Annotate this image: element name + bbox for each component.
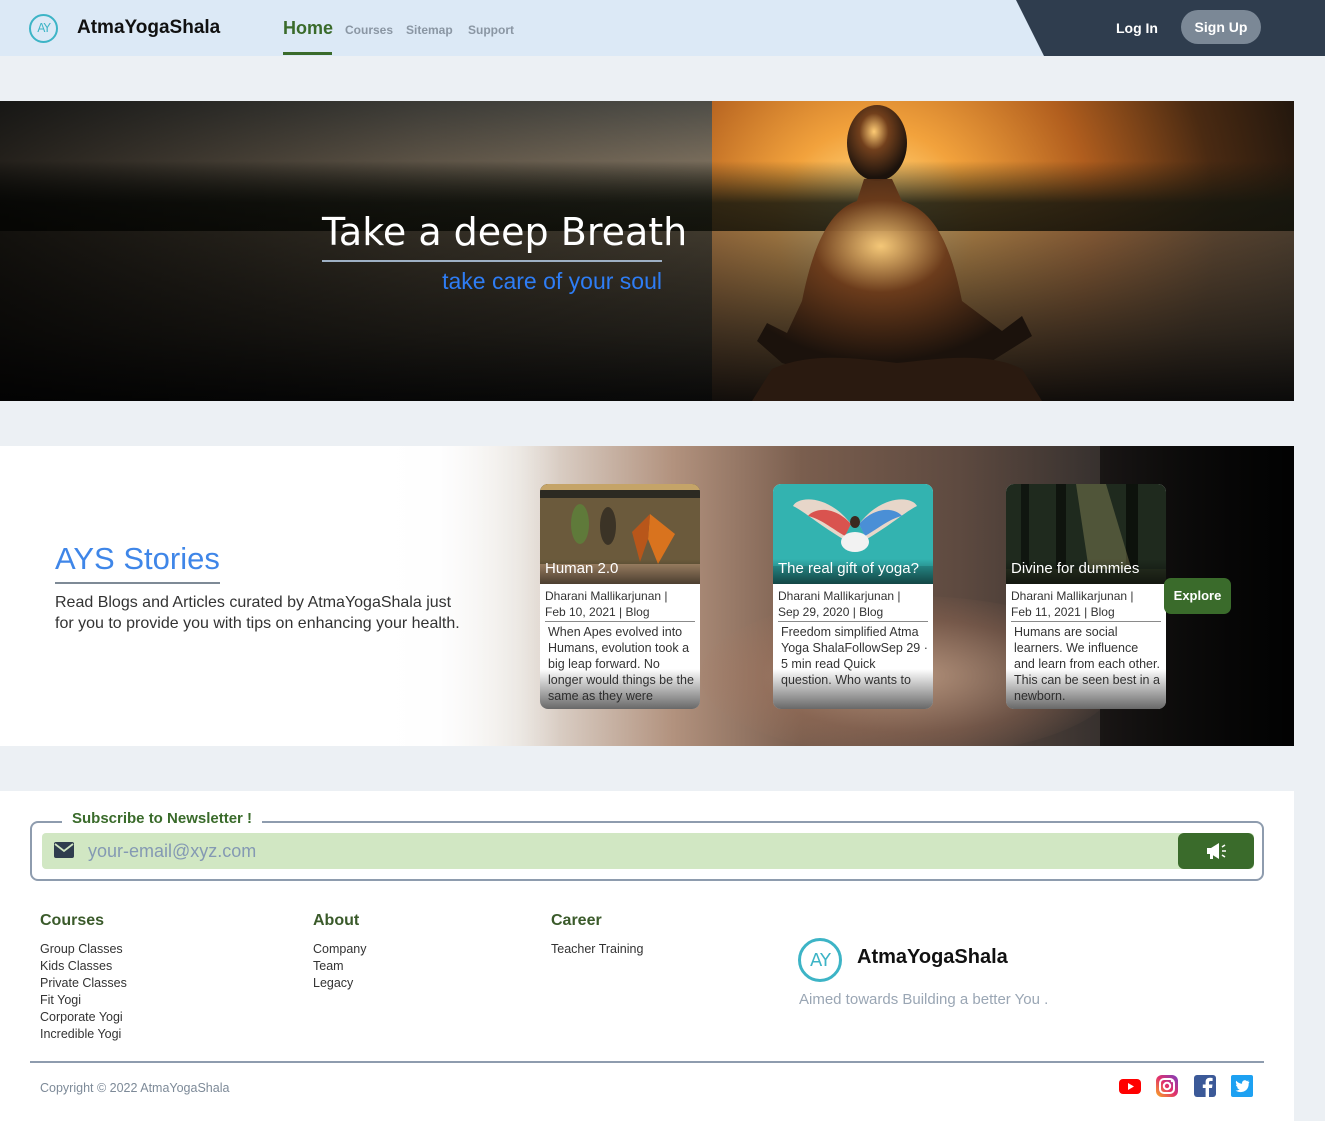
blog-card[interactable]: Human 2.0 Dharani Mallikarjunan | Feb 10… — [540, 484, 700, 709]
subscribe-button[interactable] — [1178, 833, 1254, 869]
logo-icon[interactable]: AY — [29, 14, 58, 43]
footer-about-list: Company Team Legacy — [313, 941, 367, 992]
footer-link[interactable]: Private Classes — [40, 975, 127, 992]
card-divider — [545, 621, 695, 622]
footer-career-list: Teacher Training — [551, 941, 643, 958]
stories-description: Read Blogs and Articles curated by AtmaY… — [55, 594, 460, 632]
top-navbar: AY AtmaYogaShala Home Courses Sitemap Su… — [0, 0, 1325, 56]
hero-divider — [322, 260, 662, 262]
footer-divider — [30, 1061, 1264, 1063]
blog-card[interactable]: The real gift of yoga? Dharani Mallikarj… — [773, 484, 933, 709]
footer-about-heading: About — [313, 912, 360, 929]
card-author: Dharani Mallikarjunan | — [1011, 589, 1134, 603]
login-button[interactable]: Log In — [1116, 20, 1158, 36]
email-input[interactable] — [88, 833, 1168, 869]
blog-card[interactable]: Divine for dummies Dharani Mallikarjunan… — [1006, 484, 1166, 709]
footer-logo-mark: AY — [810, 950, 831, 971]
card-title[interactable]: Divine for dummies — [1011, 560, 1139, 577]
footer-courses-heading: Courses — [40, 912, 105, 929]
stories-divider — [55, 582, 220, 584]
footer-link[interactable]: Incredible Yogi — [40, 1026, 127, 1043]
card-bottom-fade — [540, 669, 700, 709]
footer-logo-icon[interactable]: AY — [798, 938, 842, 982]
footer-career-heading: Career — [551, 912, 602, 929]
card-author: Dharani Mallikarjunan | — [545, 589, 668, 603]
card-author: Dharani Mallikarjunan | — [778, 589, 901, 603]
card-bottom-fade — [1006, 669, 1166, 709]
nav-home-link[interactable]: Home — [283, 18, 333, 39]
hero-banner: Take a deep Breath take care of your sou… — [0, 101, 1294, 401]
hero-subtitle: take care of your soul — [442, 268, 662, 294]
card-meta: Dharani Mallikarjunan | Feb 10, 2021 | B… — [545, 588, 695, 620]
card-divider — [778, 621, 928, 622]
auth-panel — [1016, 0, 1325, 56]
newsletter-bar — [42, 833, 1254, 869]
footer-courses-list: Group Classes Kids Classes Private Class… — [40, 941, 127, 1043]
footer-brand-name[interactable]: AtmaYogaShala — [857, 946, 1008, 969]
nav-sitemap-link[interactable]: Sitemap — [406, 23, 453, 37]
facebook-icon[interactable] — [1193, 1074, 1217, 1098]
footer-link[interactable]: Kids Classes — [40, 958, 127, 975]
footer-link[interactable]: Team — [313, 958, 367, 975]
megaphone-icon — [1207, 843, 1226, 859]
footer-link[interactable]: Corporate Yogi — [40, 1009, 127, 1026]
card-divider — [1011, 621, 1161, 622]
logo-mark: AY — [37, 21, 51, 35]
twitter-icon[interactable] — [1230, 1074, 1254, 1098]
stories-section: AYS Stories Read Blogs and Articles cura… — [0, 446, 1294, 746]
copyright-text: Copyright © 2022 AtmaYogaShala — [40, 1081, 230, 1095]
footer-link[interactable]: Group Classes — [40, 941, 127, 958]
footer-link[interactable]: Company — [313, 941, 367, 958]
active-nav-indicator — [283, 52, 332, 55]
newsletter-form: Subscribe to Newsletter ! — [30, 810, 1264, 881]
signup-button[interactable]: Sign Up — [1181, 10, 1261, 44]
card-meta: Dharani Mallikarjunan | Feb 11, 2021 | B… — [1011, 588, 1161, 620]
explore-button[interactable]: Explore — [1164, 578, 1231, 614]
footer-tagline: Aimed towards Building a better You . — [799, 991, 1049, 1008]
instagram-icon[interactable] — [1155, 1074, 1179, 1098]
mail-icon — [54, 842, 74, 858]
card-date-category: Feb 10, 2021 | Blog — [545, 605, 650, 619]
brand-name[interactable]: AtmaYogaShala — [77, 17, 220, 39]
hero-title: Take a deep Breath — [322, 210, 688, 254]
stories-title: AYS Stories — [55, 541, 220, 576]
meditating-figure-image — [752, 105, 1042, 401]
footer-link[interactable]: Teacher Training — [551, 941, 643, 958]
card-bottom-fade — [773, 669, 933, 709]
nav-support-link[interactable]: Support — [468, 23, 514, 37]
card-title[interactable]: The real gift of yoga? — [778, 560, 919, 577]
card-date-category: Sep 29, 2020 | Blog — [778, 605, 884, 619]
card-title[interactable]: Human 2.0 — [545, 560, 618, 577]
footer: Subscribe to Newsletter ! Courses Group … — [0, 791, 1294, 1121]
newsletter-legend: Subscribe to Newsletter ! — [62, 810, 263, 827]
youtube-icon[interactable] — [1118, 1074, 1142, 1098]
card-date-category: Feb 11, 2021 | Blog — [1011, 605, 1115, 619]
nav-courses-link[interactable]: Courses — [345, 23, 393, 37]
footer-link[interactable]: Legacy — [313, 975, 367, 992]
footer-link[interactable]: Fit Yogi — [40, 992, 127, 1009]
card-meta: Dharani Mallikarjunan | Sep 29, 2020 | B… — [778, 588, 928, 620]
